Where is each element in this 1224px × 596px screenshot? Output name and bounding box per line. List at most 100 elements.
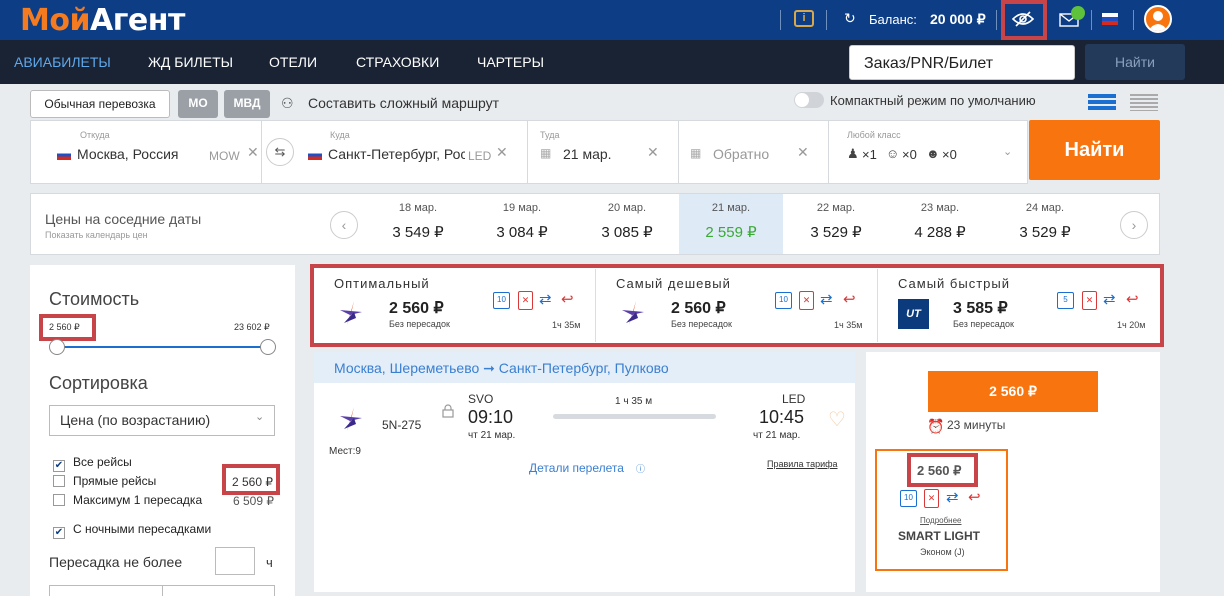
pnr-search-input[interactable]: Заказ/PNR/Билет (849, 45, 1075, 80)
date-label: 24 мар. (1025, 202, 1065, 214)
card-price: 2 560 ₽ (671, 300, 726, 317)
all-flights-label: Все рейсы (73, 455, 132, 469)
heart-icon[interactable]: ♡ (828, 407, 846, 432)
divider (780, 10, 781, 30)
children-count: ×0 (902, 147, 917, 162)
flight-duration: 1 ч 35 м (615, 396, 653, 407)
chevron-down-icon[interactable]: ⌄ (1003, 145, 1012, 158)
fare-rules-link[interactable]: Правила тарифа (767, 459, 838, 469)
from-value: Москва, Россия (57, 146, 207, 162)
return-date-value: Обратно (713, 146, 770, 162)
cost-slider-max-handle[interactable] (260, 339, 276, 355)
search-button[interactable]: Найти (1029, 120, 1160, 180)
to-city: Санкт-Петербург, Россия (328, 146, 465, 162)
nav-charters[interactable]: ЧАРТЕРЫ (477, 54, 544, 70)
compact-view-icon[interactable] (1130, 93, 1158, 111)
cost-slider-min-handle[interactable] (49, 339, 65, 355)
card-duration: 1ч 35м (834, 320, 863, 330)
fare-more-link[interactable]: Подробнее (920, 516, 962, 525)
clear-to-icon[interactable]: ✕ (496, 144, 508, 161)
pnr-find-button[interactable]: Найти (1085, 44, 1185, 80)
calendar-icon: ▦ (540, 146, 552, 160)
date-cell[interactable]: 20 мар. 3 085 ₽ (575, 194, 679, 254)
max1-price: 6 509 ₽ (233, 494, 274, 508)
route-icon[interactable]: ⚇ (281, 95, 294, 112)
filter-direct[interactable]: Прямые рейсы (53, 474, 156, 488)
nav-trains[interactable]: ЖД БИЛЕТЫ (148, 54, 233, 70)
compact-toggle[interactable] (794, 92, 824, 108)
dep-time: 09:10 (468, 407, 514, 427)
card-title: Оптимальный (334, 276, 430, 291)
prev-dates-button[interactable]: ‹ (330, 211, 358, 239)
chevron-down-icon: ⌄ (255, 411, 265, 423)
card-price: 3 585 ₽ (953, 300, 1008, 317)
filter-all-flights[interactable]: ✔ Все рейсы (53, 455, 132, 472)
date-cell[interactable]: 19 мар. 3 084 ₽ (470, 194, 574, 254)
filter-night[interactable]: ✔ С ночными пересадками (53, 522, 211, 539)
depart-label: Туда (540, 130, 560, 140)
price-calendar-link[interactable]: Показать календарь цен (45, 230, 148, 240)
transfer-unit: ч (266, 555, 273, 570)
info-circle-icon: ⓘ (636, 464, 646, 474)
clear-from-icon[interactable]: ✕ (247, 144, 259, 161)
eye-hidden-icon[interactable] (1011, 10, 1035, 28)
logo[interactable]: МойАгент (20, 3, 185, 38)
date-price: 3 085 ₽ (601, 224, 653, 241)
logo-part2: Агент (89, 3, 185, 38)
clear-depart-icon[interactable]: ✕ (647, 144, 659, 161)
flight-line (553, 414, 716, 419)
date-price: 3 529 ₽ (1019, 224, 1071, 241)
nav-insurance[interactable]: СТРАХОВКИ (356, 54, 439, 70)
return-arrow-icon: ↩ (843, 291, 856, 308)
mvd-button[interactable]: МВД (224, 90, 270, 118)
notification-dot (1071, 6, 1085, 20)
from-code: MOW (209, 149, 240, 163)
fare-price: 2 560 ₽ (917, 463, 962, 478)
transfer-label: Пересадка не более (49, 554, 183, 570)
return-arrow-icon: ↩ (561, 291, 574, 308)
cost-min: 2 560 ₽ (49, 322, 80, 332)
date-cell[interactable]: 18 мар. 3 549 ₽ (366, 194, 470, 254)
transport-type-button[interactable]: Обычная перевозка (30, 90, 170, 118)
date-cell[interactable]: 22 мар. 3 529 ₽ (784, 194, 888, 254)
timer-text: 23 минуты (947, 418, 1006, 432)
transfer-input[interactable] (215, 547, 255, 575)
flight-number: 5N-275 (382, 418, 422, 432)
nav-flights[interactable]: АВИАБИЛЕТЫ (14, 54, 111, 70)
sort-title: Сортировка (49, 373, 148, 393)
infants-count: ×0 (942, 147, 957, 162)
mo-button[interactable]: МО (178, 90, 218, 118)
dep-code: SVO (468, 392, 494, 406)
depart-date-value: 21 мар. (563, 146, 612, 162)
filter-max1[interactable]: Максимум 1 пересадка (53, 493, 202, 507)
complex-route-link[interactable]: Составить сложный маршрут (308, 95, 499, 111)
airline-logo-icon (336, 298, 366, 328)
card-duration: 1ч 20м (1117, 320, 1146, 330)
date-cell-selected[interactable]: 21 мар. 2 559 ₽ (679, 194, 783, 254)
refresh-icon[interactable]: ↻ (844, 10, 856, 27)
time-toggle-group[interactable] (49, 585, 275, 596)
avatar[interactable] (1144, 5, 1172, 33)
list-view-icon[interactable] (1088, 93, 1116, 111)
russian-flag-icon[interactable] (1102, 13, 1118, 25)
flight-details-link[interactable]: Детали перелета (529, 461, 624, 475)
date-label: 21 мар. (711, 202, 751, 214)
next-dates-button[interactable]: › (1120, 211, 1148, 239)
arr-code: LED (782, 392, 806, 406)
checkbox-checked-icon: ✔ (53, 527, 65, 539)
nav-hotels[interactable]: ОТЕЛИ (269, 54, 317, 70)
buy-button[interactable]: 2 560 ₽ (928, 371, 1098, 412)
direct-price: 2 560 ₽ (232, 475, 273, 489)
clear-return-icon[interactable]: ✕ (797, 144, 809, 161)
date-cell[interactable]: 24 мар. 3 529 ₽ (993, 194, 1097, 254)
calendar-icon: ▦ (690, 146, 702, 160)
logo-part1: Мой (20, 3, 90, 38)
date-price: 3 549 ₽ (392, 224, 444, 241)
balance-label: Баланс: (869, 12, 917, 27)
date-label: 18 мар. (398, 202, 438, 214)
date-cell[interactable]: 23 мар. 4 288 ₽ (888, 194, 992, 254)
info-icon[interactable]: i (794, 10, 814, 27)
cost-slider-track (57, 346, 268, 348)
fare-class: Эконом (J) (920, 547, 965, 557)
card-title: Самый дешевый (616, 276, 731, 291)
